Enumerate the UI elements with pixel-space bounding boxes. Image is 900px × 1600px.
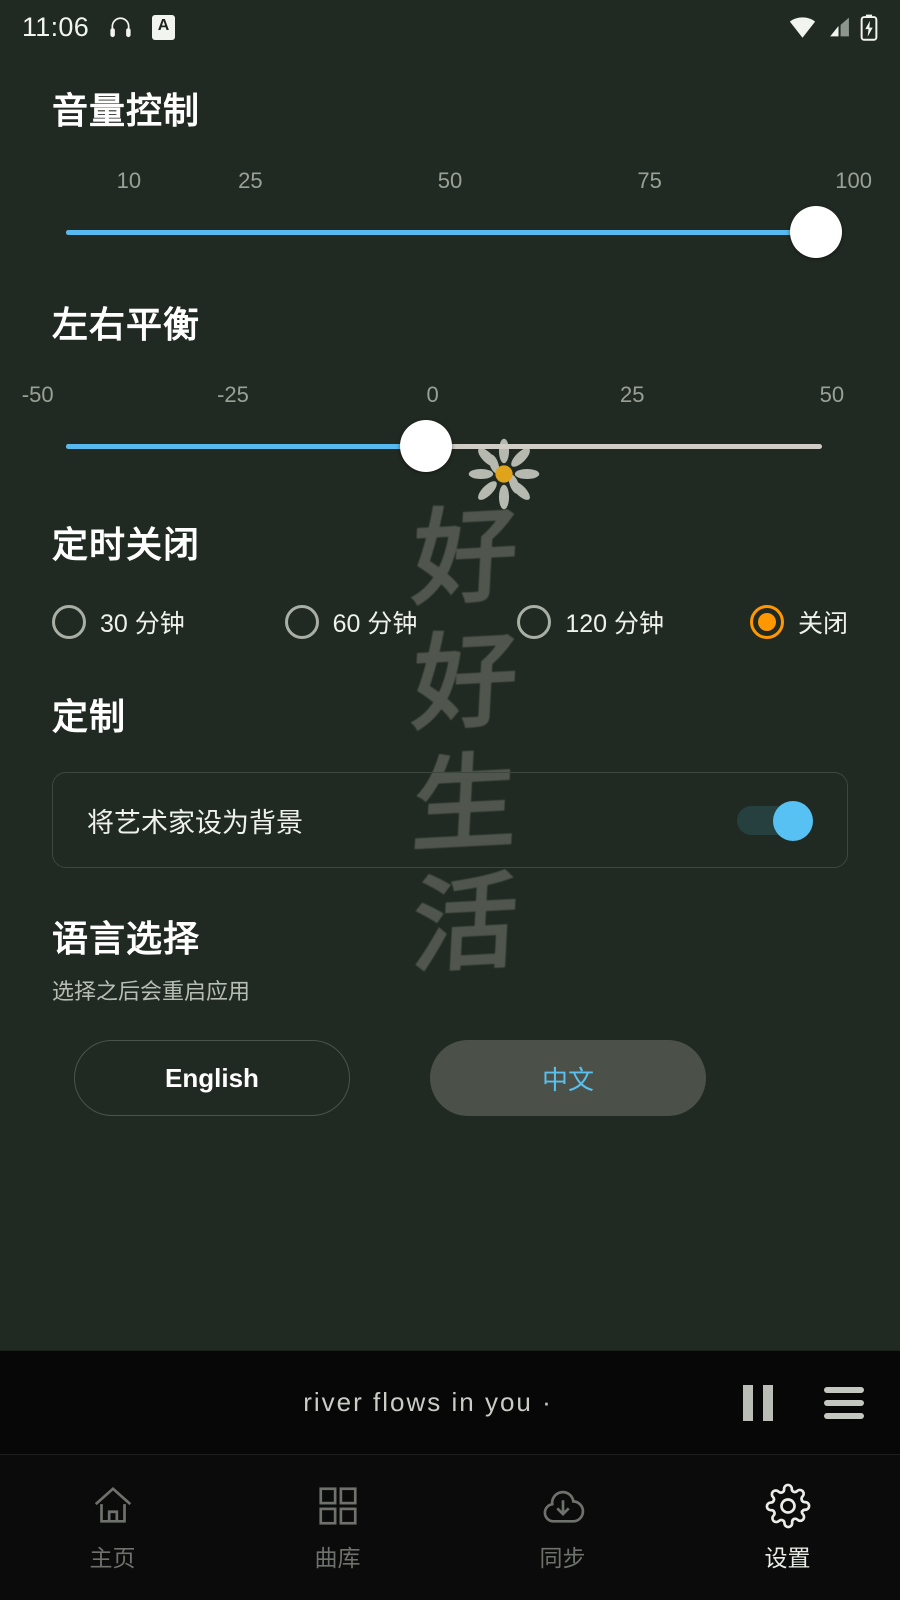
app-screen: 好 好 生 活 11:06 A 音量控制 10 25 50 75 100 左右平… <box>0 0 900 1600</box>
language-button-english[interactable]: English <box>74 1040 350 1116</box>
assistant-badge-icon: A <box>152 14 176 40</box>
volume-tick: 25 <box>238 168 263 193</box>
nav-label: 主页 <box>89 1544 136 1571</box>
balance-slider-fill <box>66 444 427 449</box>
balance-slider-thumb[interactable] <box>400 420 453 472</box>
radio-icon[interactable] <box>284 605 319 639</box>
status-bar-clock: 11:06 <box>22 11 90 42</box>
radio-icon-selected[interactable] <box>749 605 784 639</box>
volume-tick: 10 <box>116 168 142 193</box>
artist-background-toggle[interactable] <box>737 801 813 841</box>
balance-tick: 0 <box>426 382 439 407</box>
volume-tick: 100 <box>835 168 872 193</box>
volume-slider-thumb[interactable] <box>790 206 843 258</box>
nav-label: 曲库 <box>314 1544 361 1571</box>
nav-label: 同步 <box>539 1544 586 1571</box>
nav-item-settings[interactable]: 设置 <box>675 1455 900 1600</box>
customize-section-title: 定制 <box>52 696 127 737</box>
radio-icon[interactable] <box>517 605 552 639</box>
cloud-download-sync-icon <box>543 1490 584 1523</box>
mini-player-bar[interactable]: river flows in you · <box>0 1350 900 1454</box>
volume-tick: 50 <box>437 168 463 193</box>
battery-charging-icon <box>860 14 878 41</box>
radio-icon[interactable] <box>52 605 86 639</box>
sleep-timer-option-120[interactable]: 120 分钟 <box>517 604 750 640</box>
balance-slider[interactable] <box>52 420 848 472</box>
artist-background-label: 将艺术家设为背景 <box>87 807 303 838</box>
language-section-title: 语言选择 <box>52 918 201 959</box>
language-section-subtitle: 选择之后会重启应用 <box>52 979 251 1004</box>
volume-slider-block: 10 25 50 75 100 <box>52 168 872 258</box>
balance-tick: 25 <box>620 382 645 407</box>
volume-section-title: 音量控制 <box>52 90 201 131</box>
gear-settings-icon <box>765 1483 810 1528</box>
artist-background-setting-row[interactable]: 将艺术家设为背景 <box>52 772 848 868</box>
sleep-timer-option-off[interactable]: 关闭 <box>749 604 848 640</box>
nav-label: 设置 <box>764 1544 811 1571</box>
grid-library-icon <box>318 1486 357 1525</box>
balance-section-title: 左右平衡 <box>52 304 201 345</box>
volume-slider[interactable] <box>52 206 848 258</box>
sleep-timer-options: 30 分钟 60 分钟 120 分钟 关闭 <box>52 604 848 640</box>
balance-slider-block: -50 -25 0 25 50 <box>22 382 848 472</box>
sleep-timer-option-30[interactable]: 30 分钟 <box>52 604 285 640</box>
cellular-signal-icon <box>830 17 849 37</box>
volume-slider-fill <box>66 230 801 235</box>
now-playing-title: river flows in you · <box>303 1387 553 1417</box>
radio-label: 关闭 <box>797 610 848 638</box>
sleep-timer-section-title: 定时关闭 <box>52 524 201 565</box>
nav-item-library[interactable]: 曲库 <box>225 1455 450 1600</box>
radio-label: 60 分钟 <box>332 610 418 638</box>
language-button-chinese[interactable]: 中文 <box>430 1040 706 1116</box>
toggle-knob <box>773 801 813 841</box>
balance-tick: -50 <box>21 382 54 407</box>
headphone-icon <box>110 16 131 37</box>
nav-item-home[interactable]: 主页 <box>0 1455 225 1600</box>
balance-tick: -25 <box>217 382 249 407</box>
volume-tick: 75 <box>637 168 662 193</box>
balance-tick-labels: -50 -25 0 25 50 <box>16 382 884 410</box>
pause-icon[interactable] <box>736 1383 780 1423</box>
status-bar: 11:06 A <box>0 0 900 54</box>
radio-label: 30 分钟 <box>100 610 185 638</box>
settings-content: 音量控制 10 25 50 75 100 左右平衡 -50 -25 0 25 5… <box>0 82 900 1116</box>
balance-tick: 50 <box>819 382 845 407</box>
sleep-timer-option-60[interactable]: 60 分钟 <box>284 604 518 640</box>
volume-tick-labels: 10 25 50 75 100 <box>16 168 884 196</box>
radio-label: 120 分钟 <box>565 610 664 638</box>
wifi-icon <box>789 17 816 38</box>
bottom-navigation-bar: 主页 曲库 同步 设置 <box>0 1454 900 1600</box>
queue-list-icon[interactable] <box>820 1386 864 1419</box>
home-icon <box>94 1486 131 1523</box>
nav-item-sync[interactable]: 同步 <box>450 1455 675 1600</box>
language-options: English 中文 <box>52 1040 848 1116</box>
